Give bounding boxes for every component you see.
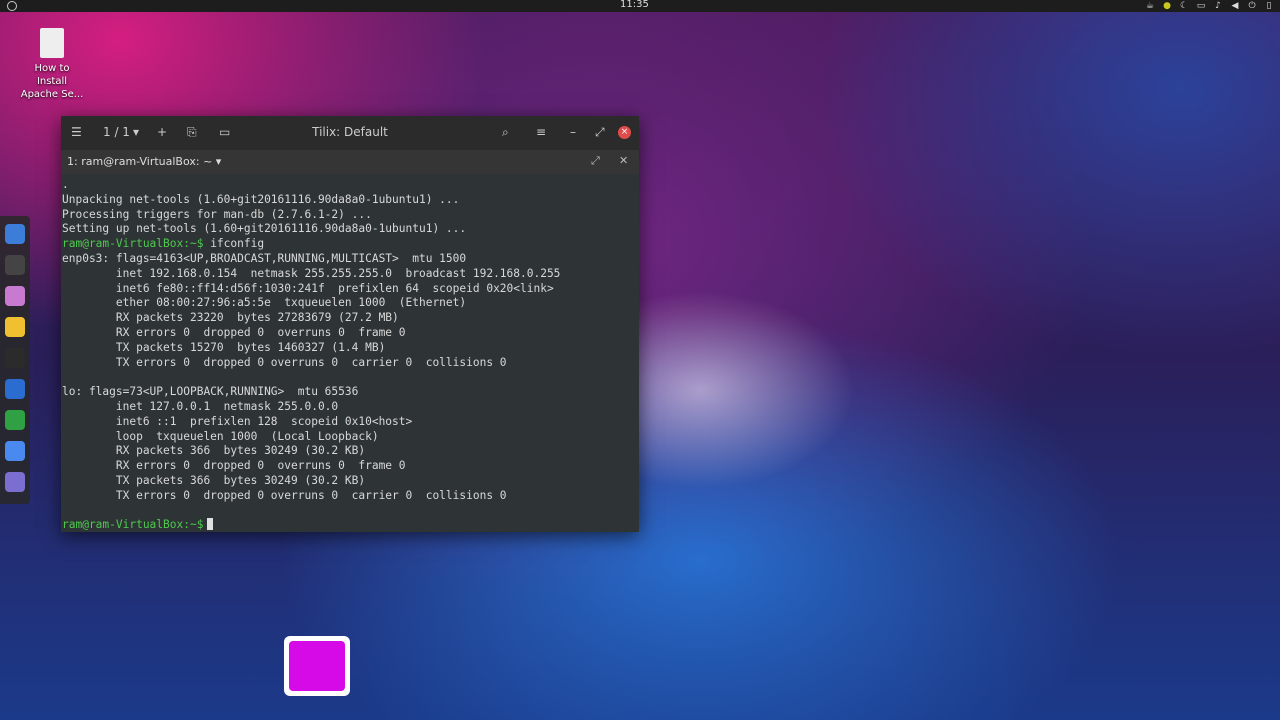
browser-icon[interactable]: [5, 224, 25, 244]
terminal-line: TX packets 15270 bytes 1460327 (1.4 MB): [62, 340, 386, 354]
files-icon[interactable]: [5, 286, 25, 306]
shell-prompt: ram@ram-VirtualBox:~$: [62, 518, 204, 532]
terminal-line: inet6 ::1 prefixlen 128 scopeid 0x10<hos…: [62, 414, 413, 428]
night-light-icon[interactable]: ☾: [1179, 0, 1189, 12]
terminal-line: Processing triggers for man-db (2.7.6.1-…: [62, 207, 372, 221]
notes-icon[interactable]: [5, 472, 25, 492]
soccer-icon[interactable]: [5, 255, 25, 275]
terminal-line: Setting up net-tools (1.60+git20161116.9…: [62, 222, 467, 236]
search-icon[interactable]: ⌕: [502, 125, 509, 140]
terminal-tab-bar: 1: ram@ram-VirtualBox: ~ ▾ ⤢ ✕: [61, 150, 639, 174]
command-line: ram@ram-VirtualBox:~$ ifconfig: [62, 237, 639, 252]
terminal-icon[interactable]: [5, 348, 25, 368]
maximize-icon[interactable]: ⤢: [595, 125, 605, 140]
terminal-line: RX packets 366 bytes 30249 (30.2 KB): [62, 444, 366, 458]
volume-icon[interactable]: ◀: [1230, 0, 1240, 12]
cup-icon[interactable]: ☕: [1145, 0, 1155, 12]
document-icon: [40, 28, 64, 58]
terminal-maximize-icon[interactable]: ⤢: [591, 154, 600, 168]
chevron-down-icon[interactable]: ▾: [216, 155, 222, 168]
app-menu-icon[interactable]: [7, 1, 17, 11]
terminal-window: ☰ 1 / 1 ▾ + ⎘ ▭ Tilix: Default ⌕ ≡ – ⤢ ×…: [61, 116, 639, 532]
panel-clock[interactable]: 11:35: [620, 0, 649, 10]
music-icon[interactable]: [5, 317, 25, 337]
magenta-tile-fill: [289, 641, 345, 691]
calc-icon[interactable]: [5, 410, 25, 430]
chrome-icon[interactable]: [5, 441, 25, 461]
update-icon[interactable]: ●: [1162, 0, 1172, 12]
notification-icon[interactable]: ♪: [1213, 0, 1223, 12]
system-tray: ☕ ● ☾ ▭ ♪ ◀ ⏻ ▯: [1145, 0, 1274, 12]
terminal-tab-title[interactable]: 1: ram@ram-VirtualBox: ~ ▾: [67, 155, 221, 168]
minimize-icon[interactable]: –: [570, 125, 576, 139]
command-text: ifconfig: [203, 237, 265, 251]
terminal-line: TX errors 0 dropped 0 overruns 0 carrier…: [62, 355, 507, 369]
terminal-line: inet6 fe80::ff14:d56f:1030:241f prefixle…: [62, 281, 554, 295]
window-titlebar[interactable]: ☰ 1 / 1 ▾ + ⎘ ▭ Tilix: Default ⌕ ≡ – ⤢ ×: [61, 116, 639, 150]
terminal-line: inet 127.0.0.1 netmask 255.0.0.0: [62, 399, 339, 413]
desktop-file-icon[interactable]: How to Install Apache Se...: [20, 28, 84, 101]
terminal-line: RX errors 0 dropped 0 overruns 0 frame 0: [62, 325, 406, 339]
window-icon[interactable]: ▭: [1196, 0, 1206, 12]
magenta-tile[interactable]: [284, 636, 350, 696]
tab-title-text: 1: ram@ram-VirtualBox: ~: [67, 155, 213, 168]
writer-icon[interactable]: [5, 379, 25, 399]
terminal-line: .: [62, 178, 69, 191]
terminal-line: enp0s3: flags=4163<UP,BROADCAST,RUNNING,…: [62, 251, 467, 265]
terminal-line: ether 08:00:27:96:a5:5e txqueuelen 1000 …: [62, 296, 467, 310]
shell-prompt: ram@ram-VirtualBox:~$: [62, 237, 204, 251]
desktop-file-label: How to Install Apache Se...: [20, 63, 84, 100]
final-prompt-line: ram@ram-VirtualBox:~$: [62, 518, 639, 532]
terminal-output[interactable]: . Unpacking net-tools (1.60+git20161116.9…: [61, 174, 639, 532]
close-button[interactable]: ×: [618, 126, 631, 139]
top-panel: 11:35 ☕ ● ☾ ▭ ♪ ◀ ⏻ ▯: [0, 0, 1280, 12]
terminal-line: inet 192.168.0.154 netmask 255.255.255.0…: [62, 266, 561, 280]
terminal-close-icon[interactable]: ✕: [619, 154, 628, 167]
terminal-line: loop txqueuelen 1000 (Local Loopback): [62, 429, 379, 443]
text-cursor: [207, 518, 214, 531]
dock: [0, 216, 30, 504]
terminal-line: TX errors 0 dropped 0 overruns 0 carrier…: [62, 488, 507, 502]
window-title: Tilix: Default: [312, 125, 388, 139]
terminal-line: Unpacking net-tools (1.60+git20161116.90…: [62, 192, 460, 206]
terminal-line: TX packets 366 bytes 30249 (30.2 KB): [62, 473, 366, 487]
power-icon[interactable]: ⏻: [1247, 0, 1257, 12]
menu-icon[interactable]: ≡: [536, 125, 546, 139]
terminal-line: RX errors 0 dropped 0 overruns 0 frame 0: [62, 459, 406, 473]
settings-icon[interactable]: ▯: [1264, 0, 1274, 12]
terminal-line: lo: flags=73<UP,LOOPBACK,RUNNING> mtu 65…: [62, 385, 359, 399]
terminal-line: RX packets 23220 bytes 27283679 (27.2 MB…: [62, 311, 399, 325]
